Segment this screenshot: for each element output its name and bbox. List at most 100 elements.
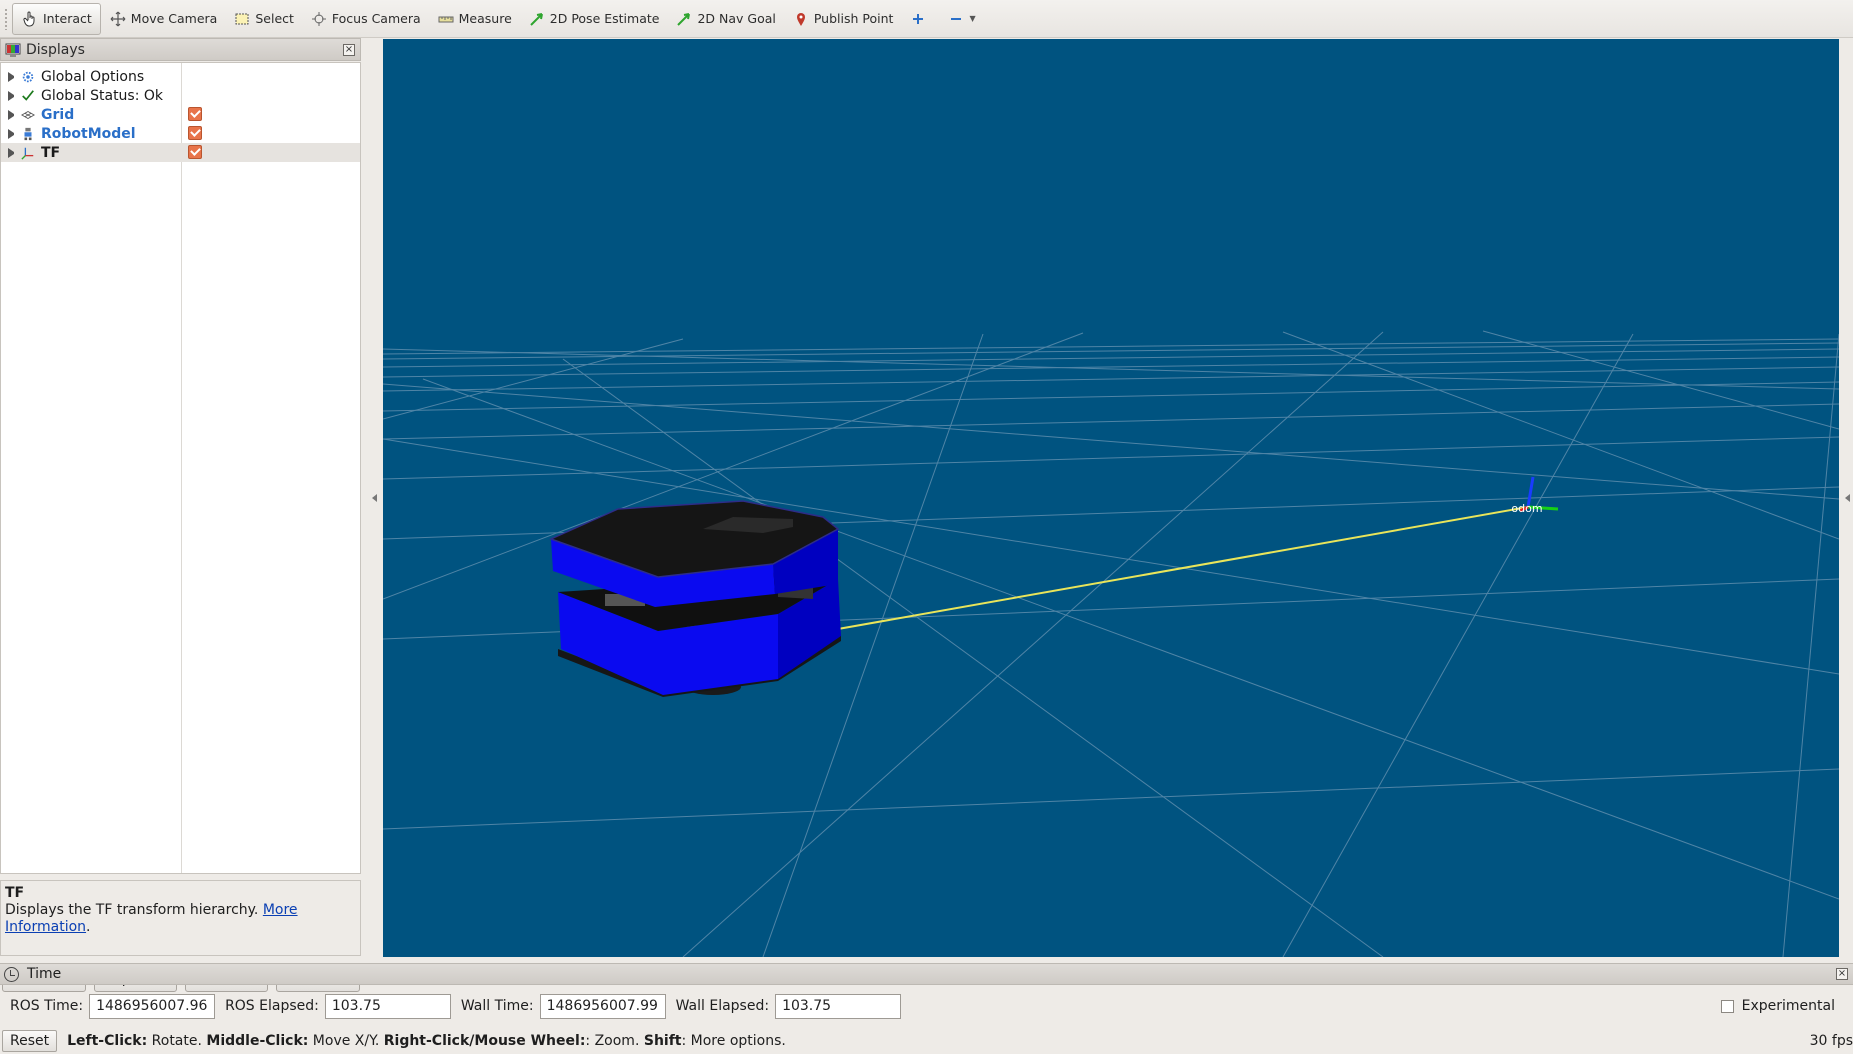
collapse-left-icon[interactable]	[372, 494, 377, 502]
pose-estimate-tool-button[interactable]: 2D Pose Estimate	[520, 3, 668, 35]
grid-enabled-checkbox[interactable]	[188, 107, 202, 121]
main-toolbar: Interact Move Camera Select Focus Camera…	[0, 0, 1853, 38]
pose-estimate-tool-label: 2D Pose Estimate	[549, 11, 660, 26]
display-item-label: RobotModel	[41, 125, 136, 142]
wall-elapsed-label: Wall Elapsed:	[675, 998, 770, 1014]
odom-frame-label: odom	[1511, 502, 1542, 515]
experimental-checkbox[interactable]	[1720, 999, 1734, 1013]
green-arrow-icon	[675, 10, 693, 28]
description-title: TF	[5, 885, 25, 901]
wall-elapsed-field[interactable]	[775, 993, 902, 1019]
reset-button[interactable]: Reset	[2, 1030, 58, 1052]
hint-left-click-key: Left-Click:	[67, 1033, 148, 1049]
checkmark-icon	[19, 88, 37, 104]
axes-icon	[19, 145, 37, 161]
displays-panel-title: Displays	[26, 41, 85, 58]
display-item-global-options[interactable]: Global Options	[1, 67, 360, 86]
fps-counter: 30 fps	[1809, 1033, 1853, 1049]
expand-arrow-icon[interactable]	[8, 71, 14, 82]
time-panel: ROS Time: ROS Elapsed: Wall Time: Wall E…	[0, 986, 1853, 1026]
expand-arrow-icon[interactable]	[8, 109, 14, 120]
select-box-icon	[233, 10, 251, 28]
description-tail: .	[86, 919, 91, 935]
ros-time-label: ROS Time:	[10, 998, 84, 1014]
hint-shift-val: : More options.	[681, 1033, 786, 1049]
expand-arrow-icon[interactable]	[8, 147, 14, 158]
left-panel-splitter[interactable]	[361, 38, 383, 958]
wall-time-label: Wall Time:	[460, 998, 534, 1014]
description-text: Displays the TF transform hierarchy.	[5, 902, 263, 918]
plus-icon	[909, 10, 927, 28]
gear-icon	[19, 69, 37, 85]
display-item-grid[interactable]: Grid	[1, 105, 360, 124]
tf-link-line	[837, 506, 1529, 630]
displays-panel: Displays × Global Options Global Status:…	[0, 38, 361, 992]
expand-arrow-icon[interactable]	[8, 128, 14, 139]
display-item-robotmodel[interactable]: RobotModel	[1, 124, 360, 143]
interact-tool-button[interactable]: Interact	[12, 2, 101, 35]
select-tool-label: Select	[255, 11, 294, 26]
focus-camera-icon	[310, 10, 328, 28]
collapse-right-icon[interactable]	[1845, 494, 1850, 502]
ruler-icon	[437, 10, 455, 28]
hint-right-click-val: : Zoom.	[585, 1033, 644, 1049]
3d-scene: odom	[383, 330, 1839, 957]
expand-arrow-icon[interactable]	[8, 90, 14, 101]
focus-camera-tool-label: Focus Camera	[331, 11, 421, 26]
display-item-label: TF	[41, 144, 61, 161]
displays-panel-header: Displays ×	[0, 38, 361, 61]
chevron-down-icon: ▼	[969, 14, 976, 23]
monitor-icon	[5, 42, 21, 58]
clock-icon	[4, 966, 19, 982]
time-panel-header: Time ×	[0, 963, 1853, 985]
ros-elapsed-field[interactable]	[324, 993, 451, 1019]
tf-enabled-checkbox[interactable]	[188, 145, 202, 159]
publish-point-tool-button[interactable]: Publish Point	[784, 3, 902, 35]
experimental-toggle[interactable]: Experimental	[1720, 998, 1835, 1014]
publish-point-tool-label: Publish Point	[813, 11, 894, 26]
display-item-tf[interactable]: TF	[1, 143, 360, 162]
move-camera-tool-label: Move Camera	[130, 11, 218, 26]
display-item-label: Global Status: Ok	[41, 87, 164, 104]
remove-tool-button[interactable]: ▼	[939, 3, 983, 35]
map-pin-icon	[792, 10, 810, 28]
nav-goal-tool-button[interactable]: 2D Nav Goal	[667, 3, 783, 35]
robotmodel-enabled-checkbox[interactable]	[188, 126, 202, 140]
add-tool-button[interactable]	[901, 3, 939, 35]
displays-tree: Global Options Global Status: Ok Grid Ro…	[0, 62, 361, 874]
ros-elapsed-label: ROS Elapsed:	[225, 998, 319, 1014]
hint-right-click-key: Right-Click/Mouse Wheel:	[383, 1033, 586, 1049]
measure-tool-button[interactable]: Measure	[429, 3, 520, 35]
close-icon[interactable]: ×	[343, 43, 355, 56]
measure-tool-label: Measure	[458, 11, 512, 26]
ros-time-field[interactable]	[89, 993, 216, 1019]
experimental-label: Experimental	[1741, 998, 1835, 1014]
green-arrow-icon	[528, 10, 546, 28]
hand-cursor-icon	[21, 10, 39, 28]
focus-camera-tool-button[interactable]: Focus Camera	[302, 3, 429, 35]
select-tool-button[interactable]: Select	[225, 3, 302, 35]
time-panel-title: Time	[27, 966, 62, 982]
robot-icon	[19, 126, 37, 142]
hint-shift-key: Shift	[643, 1033, 682, 1049]
toolbar-grip[interactable]	[4, 7, 8, 30]
interact-tool-label: Interact	[43, 11, 92, 26]
display-item-global-status[interactable]: Global Status: Ok	[1, 86, 360, 105]
grid-icon	[19, 107, 37, 123]
status-bar: Reset Left-Click: Rotate. Middle-Click: …	[0, 1028, 1853, 1054]
wall-time-field[interactable]	[539, 993, 666, 1019]
tree-column-divider	[181, 63, 182, 873]
display-description: TF Displays the TF transform hierarchy. …	[0, 880, 361, 956]
3d-viewport[interactable]: odom	[383, 39, 1839, 957]
nav-goal-tool-label: 2D Nav Goal	[697, 11, 776, 26]
hint-middle-click-key: Middle-Click:	[206, 1033, 309, 1049]
move-camera-tool-button[interactable]: Move Camera	[101, 3, 226, 35]
close-icon[interactable]: ×	[1836, 968, 1848, 980]
minus-icon	[947, 10, 965, 28]
hint-left-click-val: Rotate.	[147, 1033, 207, 1049]
right-panel-splitter[interactable]	[1839, 38, 1853, 958]
display-item-label: Global Options	[41, 68, 145, 85]
mouse-hint: Left-Click: Rotate. Middle-Click: Move X…	[67, 1033, 786, 1049]
move-camera-icon	[109, 10, 127, 28]
hint-middle-click-val: Move X/Y.	[308, 1033, 384, 1049]
